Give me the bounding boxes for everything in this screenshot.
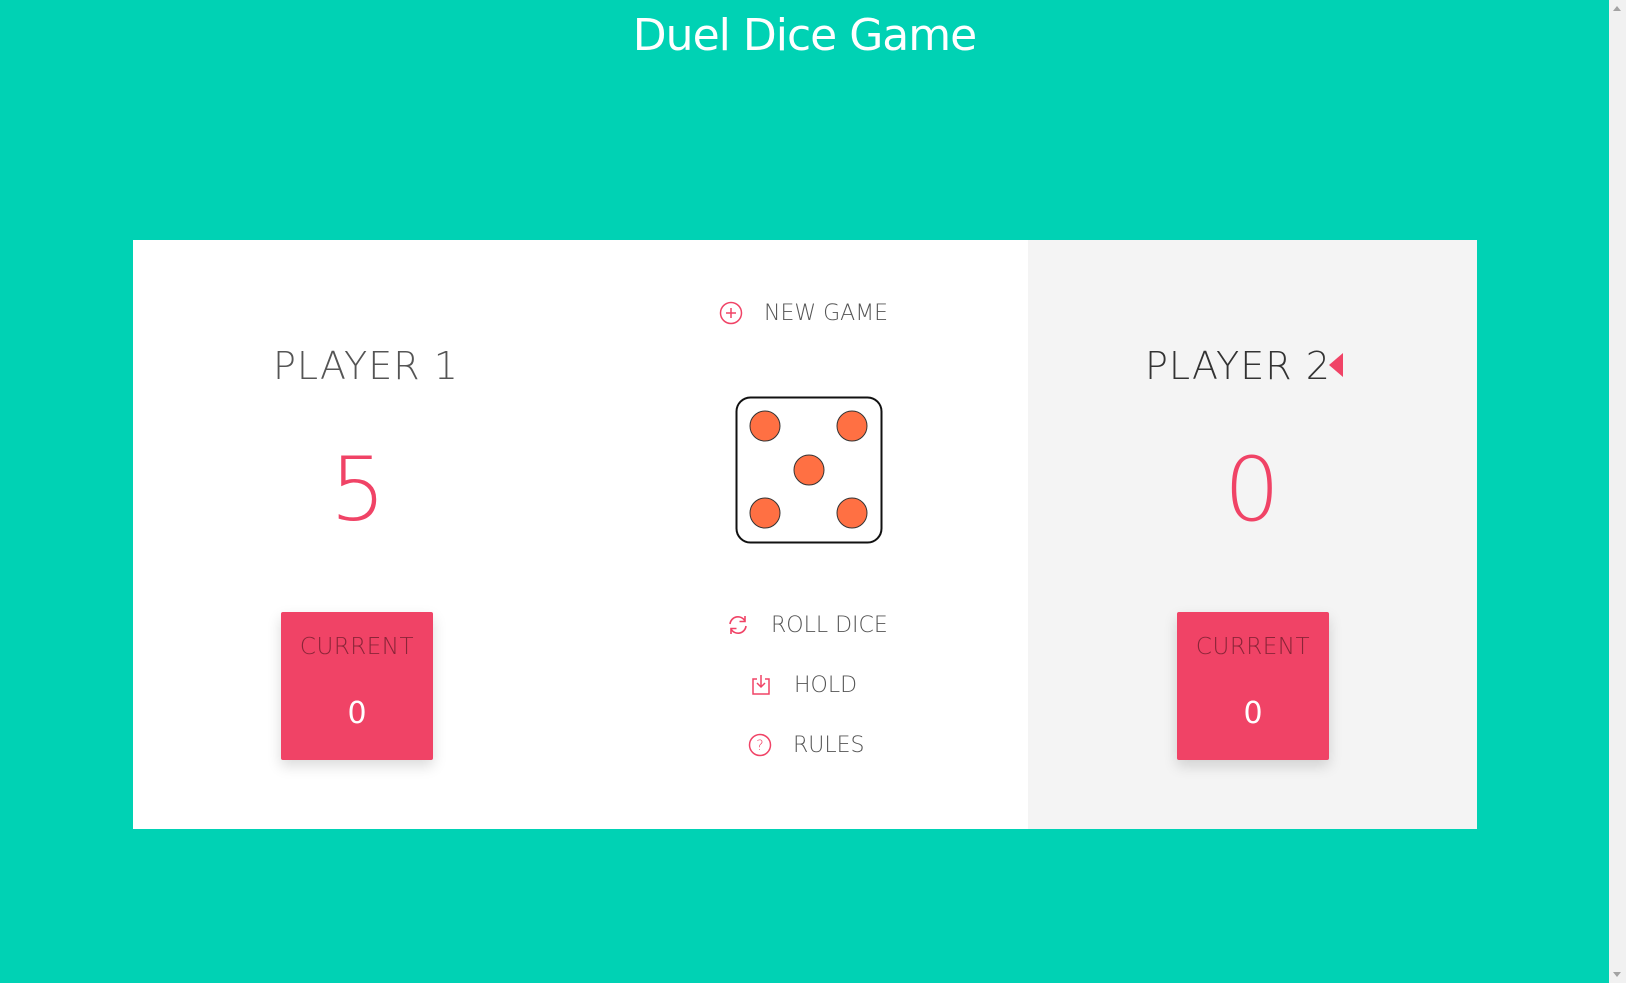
new-game-label: NEW GAME <box>764 300 889 326</box>
vertical-scrollbar[interactable] <box>1609 0 1626 983</box>
game-viewport: Duel Dice Game PLAYER 1 5 CURRENT 0 NEW … <box>0 0 1609 983</box>
refresh-icon <box>729 616 747 634</box>
dice-pip <box>836 497 868 529</box>
page-title: Duel Dice Game <box>632 10 977 61</box>
rules-button[interactable]: ? RULES <box>747 732 865 758</box>
plus-circle-icon <box>719 301 743 325</box>
hold-label: HOLD <box>794 672 858 698</box>
svg-text:?: ? <box>756 738 763 754</box>
scroll-up-icon[interactable] <box>1613 6 1621 11</box>
player-2-name: PLAYER 2 <box>1145 344 1331 388</box>
dice-pip <box>793 454 825 486</box>
player-2-current-label: CURRENT <box>1195 634 1311 660</box>
roll-dice-label: ROLL DICE <box>771 612 888 638</box>
scroll-down-icon[interactable] <box>1613 972 1621 977</box>
roll-dice-button[interactable]: ROLL DICE <box>725 612 888 638</box>
player-2-current-box: CURRENT 0 <box>1177 612 1329 760</box>
player-2-current-value: 0 <box>1243 696 1263 731</box>
dice-pip <box>749 497 781 529</box>
player-1-panel <box>133 240 1028 829</box>
new-game-button[interactable]: NEW GAME <box>718 300 888 326</box>
player-1-current-box: CURRENT 0 <box>281 612 433 760</box>
download-icon <box>752 675 770 695</box>
dice-pip <box>836 410 868 442</box>
dice <box>735 396 883 544</box>
player-1-score: 5 <box>330 438 386 541</box>
question-circle-icon: ? <box>748 733 772 757</box>
caret-left-icon <box>1329 353 1343 377</box>
player-1-current-label: CURRENT <box>299 634 415 660</box>
player-2-score: 0 <box>1224 438 1280 541</box>
player-1-current-value: 0 <box>347 696 367 731</box>
dice-pip <box>749 410 781 442</box>
hold-button[interactable]: HOLD <box>748 672 857 698</box>
player-1-name: PLAYER 1 <box>273 344 459 388</box>
rules-label: RULES <box>793 732 865 758</box>
